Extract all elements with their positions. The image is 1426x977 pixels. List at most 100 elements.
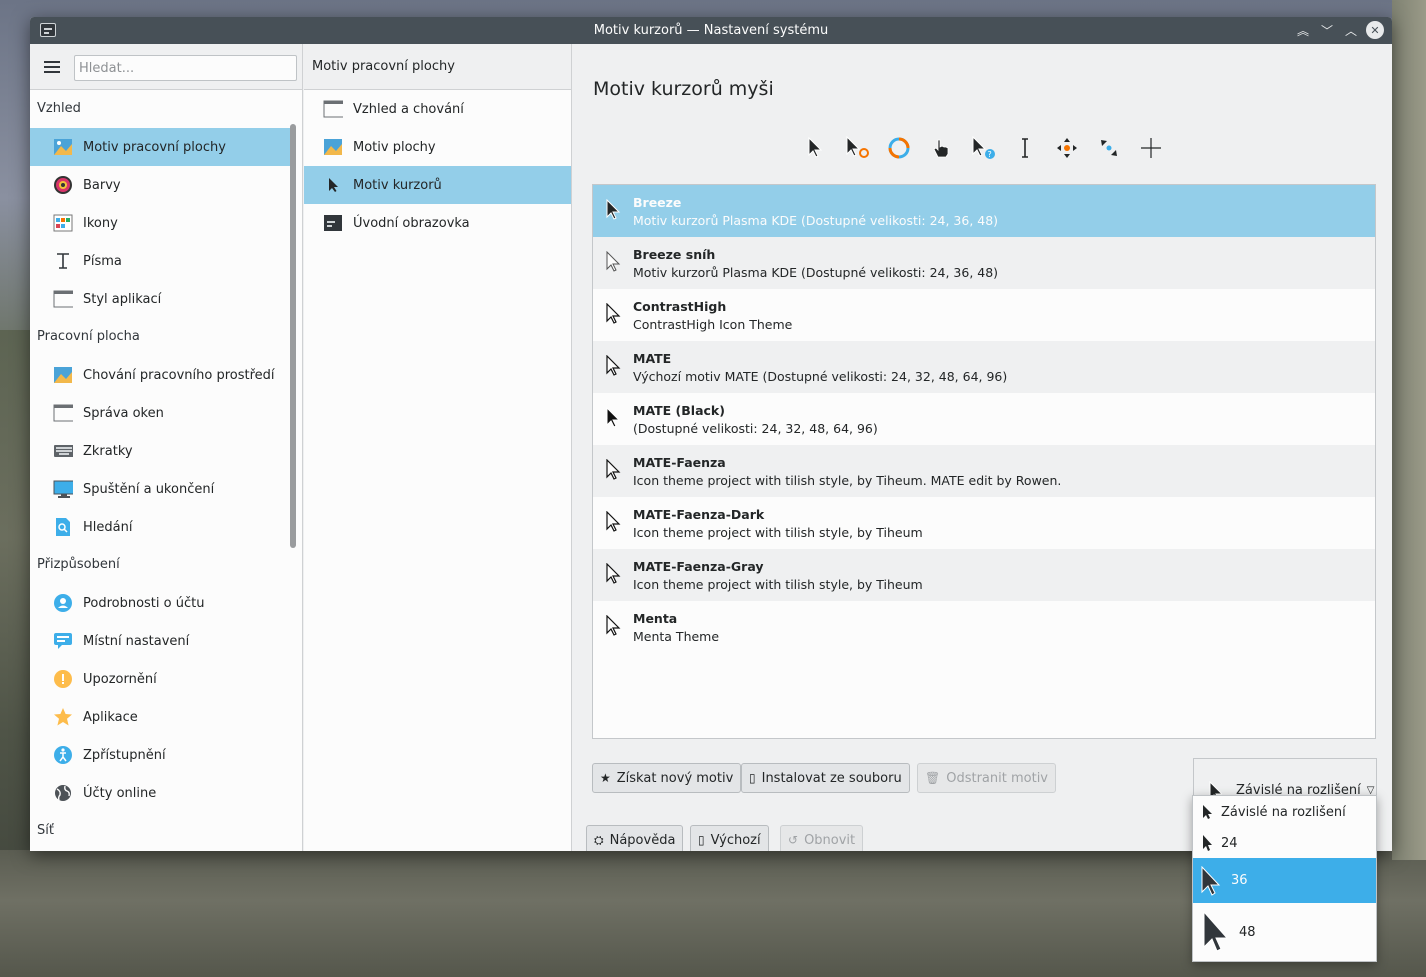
minimize-icon[interactable]: ﹀	[1318, 21, 1336, 39]
globe-icon	[53, 783, 73, 803]
trash-icon: 🗑	[925, 771, 941, 785]
sidebar-item-online-accounts[interactable]: Účty online	[30, 774, 290, 812]
size-option-label: 24	[1221, 835, 1238, 851]
sidebar-item-label: Místní nastavení	[83, 633, 190, 649]
star-icon	[53, 707, 73, 727]
sidebar-category: Vzhled	[37, 101, 81, 116]
size-option[interactable]: 36	[1193, 858, 1376, 903]
sidebar-item-label: Zpřístupnění	[83, 747, 166, 763]
theme-name: Breeze	[633, 195, 682, 210]
sidebar-category: Přizpůsobení	[37, 557, 120, 572]
icons-icon	[53, 213, 73, 233]
button-label: Odstranit motiv	[946, 770, 1048, 786]
sidebar-item-app-style[interactable]: Styl aplikací	[30, 280, 290, 318]
sidebar-item-label: Písma	[83, 253, 122, 269]
theme-row[interactable]: Breeze sníh Motiv kurzorů Plasma KDE (Do…	[593, 237, 1375, 289]
sidebar-item-search[interactable]: Hledání	[30, 508, 290, 546]
cursor-theme-page: Motiv kurzorů myši ? Breeze Motiv kurzor…	[573, 44, 1392, 851]
close-icon[interactable]: ✕	[1366, 21, 1384, 39]
startup-icon	[53, 479, 73, 499]
theme-description: ContrastHigh Icon Theme	[633, 317, 793, 332]
subcategory-item-look-and-feel[interactable]: Vzhled a chování	[304, 90, 571, 128]
mate-faenza-gray-cursor-icon	[606, 563, 621, 584]
subcategory-title: Motiv pracovní plochy	[304, 44, 571, 90]
remove-theme-button[interactable]: 🗑 Odstranit motiv	[917, 763, 1056, 793]
sidebar-item-label: Aplikace	[83, 709, 138, 725]
window-controls: ︽ ﹀ ︿ ✕	[1294, 21, 1384, 39]
theme-description: Výchozí motiv MATE (Dostupné velikosti: …	[633, 369, 1008, 384]
size-option-label: 48	[1239, 924, 1256, 940]
sidebar-scrollbar[interactable]	[290, 124, 296, 548]
sidebar-item-label: Barvy	[83, 177, 121, 193]
locale-icon	[53, 631, 73, 651]
help-button[interactable]: ⛭ Nápověda	[586, 825, 684, 851]
size-option-label: 36	[1231, 873, 1248, 888]
theme-name: MATE-Faenza	[633, 455, 726, 470]
theme-description: Icon theme project with tilish style, by…	[633, 577, 923, 592]
sidebar-item-fonts[interactable]: Písma	[30, 242, 290, 280]
sidebar-item-notifications[interactable]: Upozornění	[30, 660, 290, 698]
theme-description: Motiv kurzorů Plasma KDE (Dostupné velik…	[633, 265, 999, 280]
sidebar-item-label: Hledání	[83, 519, 133, 535]
theme-row[interactable]: ContrastHigh ContrastHigh Icon Theme	[593, 289, 1375, 341]
sidebar-item-desktop-theme[interactable]: Motiv pracovní plochy	[30, 128, 290, 166]
sidebar-item-account[interactable]: Podrobnosti o účtu	[30, 584, 290, 622]
crosshair-cursor-icon	[1139, 136, 1163, 160]
size-option[interactable]: 24	[1193, 828, 1376, 858]
size-option[interactable]: 48	[1193, 904, 1376, 960]
plasma-theme-icon	[323, 137, 343, 157]
sidebar-item-label: Účty online	[83, 785, 157, 801]
titlebar[interactable]: Motiv kurzorů — Nastavení systému ︽ ﹀ ︿ …	[30, 17, 1392, 44]
theme-row[interactable]: MATE-Faenza-Dark Icon theme project with…	[593, 497, 1375, 549]
theme-row[interactable]: Menta Menta Theme	[593, 601, 1375, 653]
sidebar-item-workspace-behavior[interactable]: Chování pracovního prostředí	[30, 356, 290, 394]
subcategory-item-plasma-theme[interactable]: Motiv plochy	[304, 128, 571, 166]
search-input[interactable]	[74, 55, 297, 81]
theme-row[interactable]: MATE Výchozí motiv MATE (Dostupné veliko…	[593, 341, 1375, 393]
size-option[interactable]: Závislé na rozlišení	[1193, 798, 1376, 826]
theme-row[interactable]: MATE-Faenza-Gray Icon theme project with…	[593, 549, 1375, 601]
theme-name: MATE-Faenza-Gray	[633, 559, 764, 574]
sidebar-item-window-management[interactable]: Správa oken	[30, 394, 290, 432]
reset-button[interactable]: ↺ Obnovit	[780, 825, 864, 851]
mate-faenza-dark-cursor-icon	[606, 511, 621, 532]
sidebar-item-accessibility[interactable]: Zpřístupnění	[30, 736, 290, 774]
diagonal-resize-cursor-icon	[1097, 136, 1121, 160]
sidebar-item-label: Zkratky	[83, 443, 133, 459]
undo-icon: ↺	[788, 833, 799, 847]
sidebar-item-shortcuts[interactable]: Zkratky	[30, 432, 290, 470]
hamburger-menu-icon[interactable]	[44, 61, 60, 73]
app-menu-icon[interactable]	[40, 23, 56, 37]
sidebar-item-applications[interactable]: Aplikace	[30, 698, 290, 736]
theme-name: Breeze sníh	[633, 247, 716, 262]
sidebar-item-label: Upozornění	[83, 671, 157, 687]
maximize-icon[interactable]: ︿	[1342, 21, 1360, 39]
settings-window: Motiv kurzorů — Nastavení systému ︽ ﹀ ︿ …	[30, 17, 1392, 851]
svg-text:?: ?	[988, 150, 992, 159]
button-label: Výchozí	[710, 832, 761, 848]
help-icon: ⛭	[594, 832, 604, 847]
sidebar-item-icons[interactable]: Ikony	[30, 204, 290, 242]
theme-description: Icon theme project with tilish style, by…	[633, 473, 1062, 488]
theme-row[interactable]: MATE (Black) (Dostupné velikosti: 24, 32…	[593, 393, 1375, 445]
install-from-file-button[interactable]: ▯ Instalovat ze souboru	[741, 763, 910, 793]
subcategory-item-splash[interactable]: Úvodní obrazovka	[304, 204, 571, 242]
theme-description: (Dostupné velikosti: 24, 32, 48, 64, 96)	[633, 421, 878, 436]
subcategory-item-cursors[interactable]: Motiv kurzorů	[304, 166, 571, 204]
theme-row[interactable]: MATE-Faenza Icon theme project with tili…	[593, 445, 1375, 497]
size-option-label: Závislé na rozlišení	[1221, 804, 1346, 820]
cursor-size-dropdown: Závislé na rozlišení 24 36 48	[1192, 795, 1377, 962]
mate-cursor-icon	[606, 355, 621, 376]
colors-icon	[53, 175, 73, 195]
sidebar-item-colors[interactable]: Barvy	[30, 166, 290, 204]
get-new-theme-button[interactable]: ★ Získat nový motiv	[592, 763, 742, 793]
sidebar-item-startup[interactable]: Spuštění a ukončení	[30, 470, 290, 508]
defaults-icon: ▯	[698, 833, 705, 847]
keep-above-icon[interactable]: ︽	[1294, 21, 1312, 39]
theme-description: Menta Theme	[633, 629, 720, 644]
contrasthigh-cursor-icon	[606, 303, 621, 324]
theme-row[interactable]: Breeze Motiv kurzorů Plasma KDE (Dostupn…	[593, 185, 1375, 237]
defaults-button[interactable]: ▯ Výchozí	[690, 825, 769, 851]
subcategory-pane: Motiv pracovní plochy Vzhled a chování M…	[304, 44, 572, 851]
sidebar-item-locale[interactable]: Místní nastavení	[30, 622, 290, 660]
